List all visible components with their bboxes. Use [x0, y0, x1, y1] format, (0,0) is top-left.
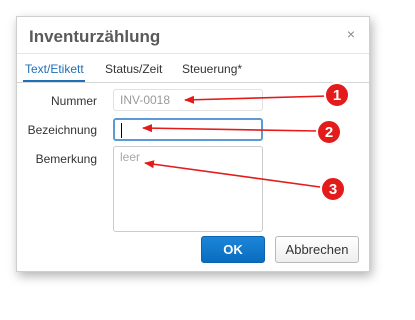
bemerkung-label: Bemerkung — [35, 152, 97, 166]
bezeichnung-label: Bezeichnung — [27, 123, 97, 137]
cancel-button[interactable]: Abbrechen — [275, 236, 359, 263]
dialog-title: Inventurzählung — [29, 27, 161, 46]
nummer-field: INV-0018 — [113, 89, 263, 111]
close-icon[interactable]: × — [347, 27, 355, 41]
nummer-value: INV-0018 — [120, 93, 171, 107]
bemerkung-field[interactable]: leer — [113, 146, 263, 232]
ok-button[interactable]: OK — [201, 236, 265, 263]
tab-bar: Text/Etikett Status/Zeit Steuerung* — [17, 54, 369, 83]
dialog-titlebar: Inventurzählung × — [17, 17, 369, 54]
nummer-label: Nummer — [50, 94, 97, 108]
tab-steuerung[interactable]: Steuerung* — [182, 62, 242, 76]
active-tab-indicator — [23, 80, 85, 82]
text-caret — [121, 123, 122, 138]
tab-text-etikett[interactable]: Text/Etikett — [25, 62, 84, 76]
bezeichnung-field[interactable] — [113, 118, 263, 141]
inventurzaehlung-dialog: Inventurzählung × Text/Etikett Status/Ze… — [16, 16, 370, 272]
screenshot-stage: Inventurzählung × Text/Etikett Status/Ze… — [0, 0, 415, 320]
tab-status-zeit[interactable]: Status/Zeit — [105, 62, 162, 76]
bemerkung-placeholder: leer — [120, 150, 141, 164]
